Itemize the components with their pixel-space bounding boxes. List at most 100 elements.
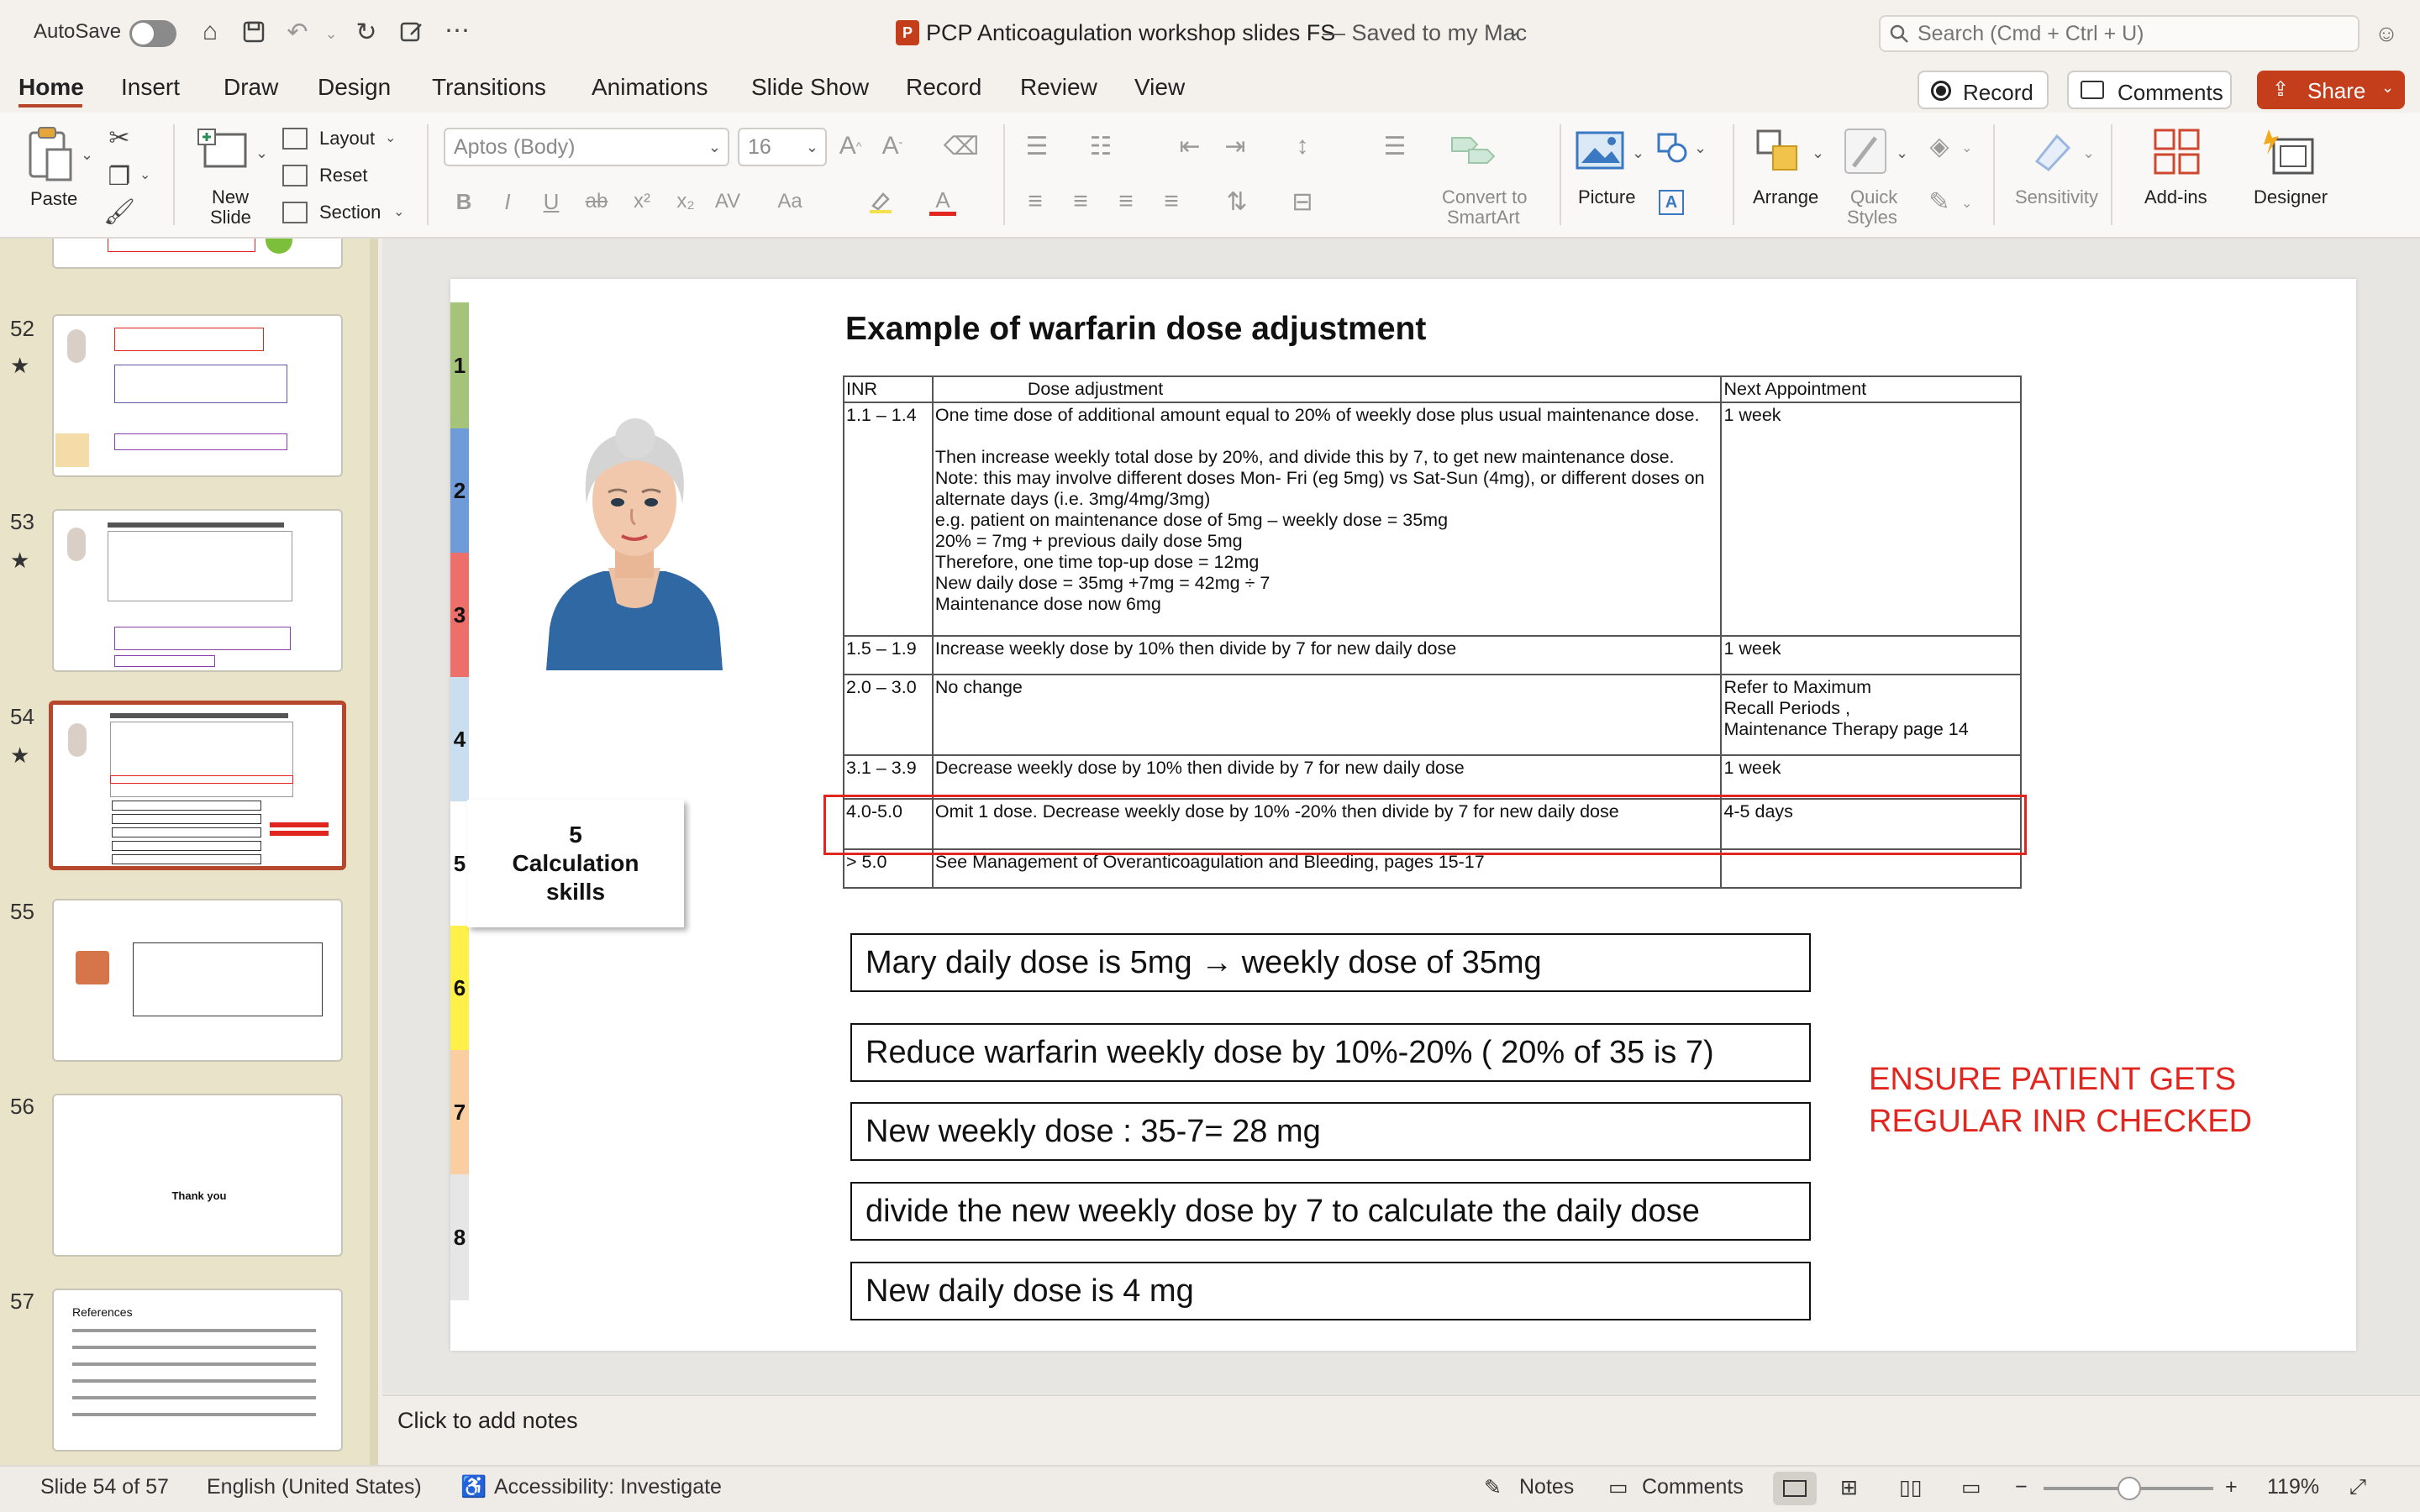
picture-dropdown-icon[interactable]: ⌄ [1632, 144, 1644, 162]
reset-label[interactable]: Reset [319, 165, 367, 186]
align-center-icon[interactable]: ≡ [1065, 186, 1096, 217]
zoom-in-icon[interactable]: + [2225, 1475, 2238, 1499]
quick-styles-icon[interactable] [1842, 126, 1889, 176]
notes-placeholder[interactable]: Click to add notes [397, 1408, 578, 1434]
tab-record[interactable]: Record [906, 74, 981, 101]
warning-line-1[interactable]: ENSURE PATIENT GETS [1869, 1062, 2236, 1098]
layout-dropdown-icon[interactable]: ⌄ [385, 129, 396, 146]
reading-view-icon[interactable]: ▯▯ [1899, 1475, 1923, 1500]
calc-step-5[interactable]: New daily dose is 4 mg [850, 1262, 1811, 1320]
more-icon[interactable]: ⋯ [442, 15, 472, 45]
shapes-dropdown-icon[interactable]: ⌄ [1694, 139, 1707, 157]
accessibility-status[interactable]: Accessibility: Investigate [494, 1475, 722, 1499]
autosave-toggle[interactable] [129, 20, 176, 47]
slideshow-icon[interactable]: ▭ [1961, 1475, 1981, 1500]
slide-thumbnail[interactable] [52, 314, 343, 477]
calc-step-3[interactable]: New weekly dose : 35-7= 28 mg [850, 1102, 1811, 1161]
notes-toggle[interactable]: Notes [1519, 1475, 1574, 1499]
record-button[interactable]: Record [1918, 71, 2049, 109]
normal-view-button[interactable] [1773, 1472, 1817, 1505]
align-right-icon[interactable]: ≡ [1111, 186, 1141, 217]
undo-icon[interactable]: ↶ [282, 17, 313, 47]
comment-icon[interactable]: ▭ [1608, 1475, 1628, 1500]
redo-icon[interactable]: ↻ [351, 17, 381, 47]
tab-transitions[interactable]: Transitions [432, 74, 546, 101]
paste-icon[interactable] [25, 126, 76, 183]
copy-icon[interactable]: ❐ [104, 161, 134, 192]
bullets-icon[interactable]: ☰ [1020, 131, 1054, 161]
account-icon[interactable]: ☺ [2370, 17, 2403, 50]
textbox-icon[interactable]: A [1659, 190, 1684, 215]
slide-title[interactable]: Example of warfarin dose adjustment [845, 311, 1426, 348]
underline-icon[interactable]: U [538, 186, 565, 217]
thumbnail-scrollbar[interactable] [370, 239, 378, 1465]
slide-thumbnail[interactable]: Thank you [52, 1094, 343, 1257]
save-icon[interactable] [239, 17, 269, 47]
language-indicator[interactable]: English (United States) [207, 1475, 422, 1499]
sensitivity-icon[interactable] [2032, 128, 2075, 173]
subscript-icon[interactable]: x₂ [672, 186, 699, 217]
tab-home[interactable]: Home [18, 74, 84, 101]
superscript-icon[interactable]: x² [629, 186, 655, 217]
increase-indent-icon[interactable]: ⇥ [1220, 131, 1250, 161]
slide-thumbnail-partial[interactable] [52, 239, 343, 269]
calc-step-2[interactable]: Reduce warfarin weekly dose by 10%-20% (… [850, 1023, 1811, 1082]
new-slide-dropdown-icon[interactable]: ⌄ [255, 144, 268, 162]
section-dropdown-icon[interactable]: ⌄ [393, 203, 404, 220]
calc-step-4[interactable]: divide the new weekly dose by 7 to calcu… [850, 1182, 1811, 1241]
shapes-icon[interactable] [1657, 133, 1687, 163]
home-icon[interactable]: ⌂ [195, 17, 225, 47]
layout-label[interactable]: Layout [319, 128, 375, 150]
highlight-icon[interactable] [865, 186, 896, 217]
shape-fill-dropdown-icon[interactable]: ⌄ [1961, 139, 1972, 156]
calc-step-1[interactable]: Mary daily dose is 5mg → weekly dose of … [850, 933, 1811, 992]
section-icon[interactable] [282, 202, 308, 223]
new-slide-icon[interactable] [197, 128, 249, 170]
shape-fill-icon[interactable]: ◈ [1924, 131, 1954, 161]
zoom-slider-thumb[interactable] [2118, 1477, 2141, 1500]
tab-draw[interactable]: Draw [224, 74, 278, 101]
section-label[interactable]: Section [319, 202, 381, 223]
layout-icon[interactable] [282, 128, 308, 150]
zoom-level[interactable]: 119% [2267, 1475, 2319, 1499]
picture-icon[interactable] [1575, 129, 1625, 171]
paste-dropdown-icon[interactable]: ⌄ [81, 146, 93, 164]
align-text-icon[interactable]: ⊟ [1286, 186, 1319, 217]
slide-thumbnail[interactable] [52, 899, 343, 1062]
designer-icon[interactable] [2262, 126, 2317, 178]
decrease-indent-icon[interactable]: ⇤ [1175, 131, 1205, 161]
tab-insert[interactable]: Insert [121, 74, 180, 101]
notes-icon[interactable]: ✎ [1484, 1475, 1502, 1500]
character-spacing-icon[interactable]: AV [709, 186, 746, 217]
italic-icon[interactable]: I [494, 186, 521, 217]
search-box[interactable] [1879, 15, 2360, 52]
bold-icon[interactable]: B [450, 186, 477, 217]
decrease-font-size-icon[interactable]: Aˇ [877, 131, 908, 161]
arrange-dropdown-icon[interactable]: ⌄ [1812, 144, 1824, 162]
align-left-icon[interactable]: ≡ [1020, 186, 1050, 217]
tab-design[interactable]: Design [318, 74, 391, 101]
shape-outline-dropdown-icon[interactable]: ⌄ [1961, 195, 1972, 212]
smartart-icon[interactable] [1449, 129, 1499, 171]
numbering-icon[interactable]: ☷ [1084, 131, 1118, 161]
highlight-rectangle[interactable] [823, 795, 2027, 855]
columns-icon[interactable]: ☰ [1378, 131, 1412, 161]
font-size-select[interactable]: 16 ⌄ [738, 128, 827, 166]
search-input[interactable] [1918, 20, 2346, 47]
line-spacing-icon[interactable]: ↕ [1286, 131, 1319, 161]
tab-slide-show[interactable]: Slide Show [751, 74, 869, 101]
slide-thumbnail-selected[interactable] [49, 701, 346, 870]
warning-line-2[interactable]: REGULAR INR CHECKED [1869, 1104, 2252, 1140]
zoom-out-icon[interactable]: − [2015, 1475, 2028, 1499]
format-painter-icon[interactable]: 🖌 [103, 197, 135, 227]
title-chevron-down-icon[interactable]: ⌄ [1507, 20, 1522, 41]
sensitivity-dropdown-icon[interactable]: ⌄ [2082, 144, 2095, 162]
increase-font-size-icon[interactable]: A ^ [835, 131, 865, 161]
font-name-select[interactable]: Aptos (Body) ⌄ [444, 128, 729, 166]
change-case-icon[interactable]: Aa [773, 186, 807, 217]
strikethrough-icon[interactable]: ab [581, 186, 612, 217]
comments-button[interactable]: Comments [2067, 71, 2232, 109]
slide-sorter-icon[interactable]: ⊞ [1840, 1475, 1858, 1500]
accessibility-icon[interactable]: ♿ [460, 1475, 487, 1499]
slide-thumbnail[interactable] [52, 509, 343, 672]
